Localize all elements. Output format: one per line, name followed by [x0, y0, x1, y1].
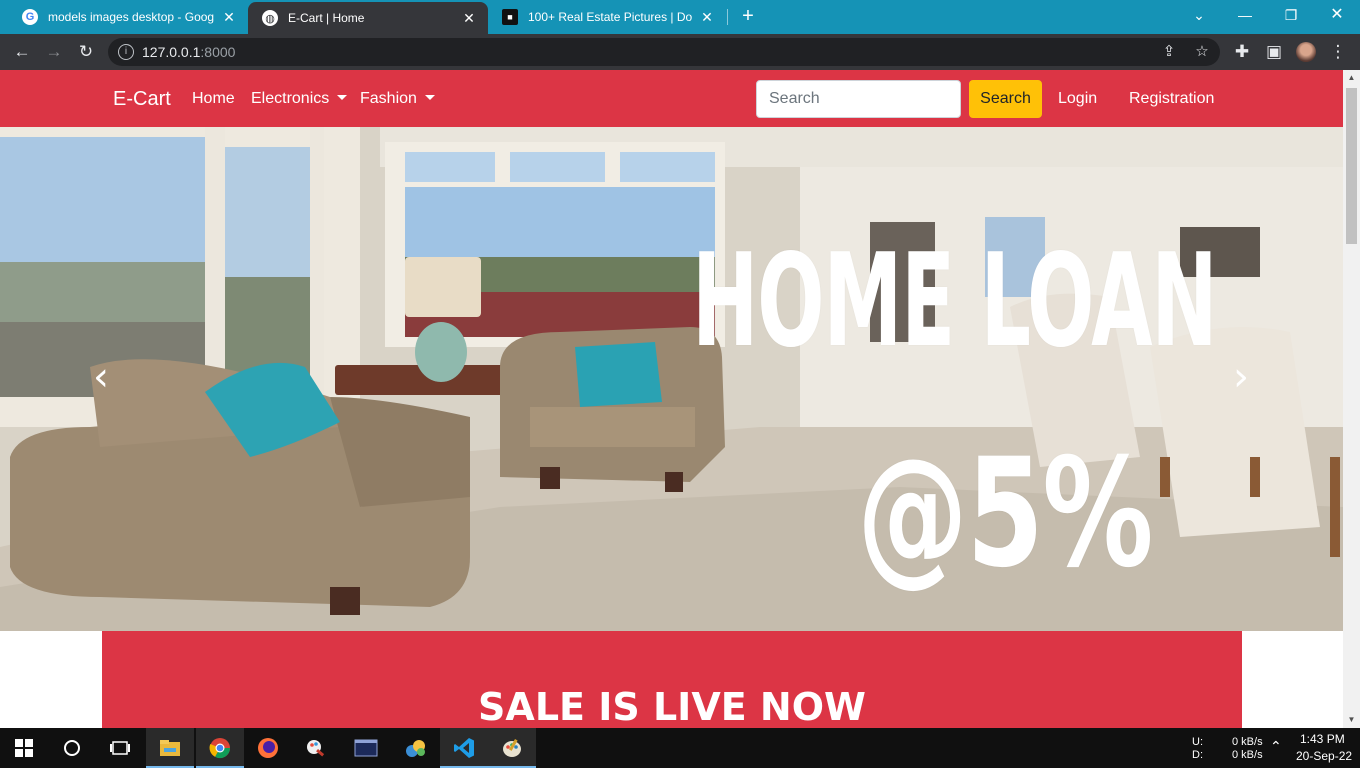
windows-taskbar: U: D: 0 kB/s 0 kB/s ⌃ 1:43 PM 20-Sep-22: [0, 728, 1360, 768]
close-tab-icon[interactable]: ✕: [460, 10, 478, 27]
restore-button[interactable]: ❐: [1268, 0, 1314, 34]
tab-title: 100+ Real Estate Pictures | Down: [528, 10, 692, 24]
brand-logo[interactable]: E-Cart: [113, 88, 171, 111]
forward-icon[interactable]: →: [42, 40, 66, 64]
clock-time[interactable]: 1:43 PM: [1300, 732, 1345, 746]
site-info-icon[interactable]: i: [118, 44, 134, 60]
share-icon[interactable]: ⇪: [1158, 41, 1180, 63]
paint-3d-icon: [307, 740, 325, 757]
nav-login[interactable]: Login: [1058, 90, 1097, 108]
reload-icon[interactable]: ↻: [74, 40, 98, 64]
hero-subheadline: @5%: [857, 427, 1153, 601]
start-button[interactable]: [0, 728, 48, 768]
tab-separator: [727, 9, 728, 25]
scrollbar-thumb[interactable]: [1346, 88, 1357, 244]
tab-real-estate[interactable]: ■ 100+ Real Estate Pictures | Down ✕: [488, 0, 726, 34]
sale-title: SALE IS LIVE NOW: [478, 685, 866, 728]
net-up-speed: 0 kB/s: [1232, 736, 1263, 748]
menu-kebab-icon[interactable]: ⋮: [1326, 40, 1350, 64]
site-navbar: E-Cart Home Electronics Fashion Search L…: [0, 70, 1343, 127]
browser-toolbar: ← → ↻ i 127.0.0.1:8000 ⇪ ☆ ✚ ▣ ⋮: [0, 34, 1360, 70]
close-tab-icon[interactable]: ✕: [698, 9, 716, 26]
address-bar[interactable]: i 127.0.0.1:8000 ⇪ ☆: [108, 38, 1220, 66]
sale-banner: SALE IS LIVE NOW: [102, 631, 1242, 728]
paint-3d-app[interactable]: [292, 728, 340, 768]
minimize-button[interactable]: —: [1222, 0, 1268, 34]
task-view-button[interactable]: [96, 728, 144, 768]
close-window-button[interactable]: ✕: [1314, 0, 1360, 34]
profile-avatar[interactable]: [1296, 42, 1316, 62]
firefox-icon: [258, 738, 278, 758]
nav-home[interactable]: Home: [192, 90, 235, 108]
tab-title: models images desktop - Google: [48, 10, 214, 24]
globe-icon: ◍: [262, 10, 278, 26]
scroll-down-icon[interactable]: ▼: [1343, 712, 1360, 728]
address-url: 127.0.0.1:8000: [142, 44, 236, 60]
carousel-next-button[interactable]: ›: [1226, 357, 1256, 397]
tray-chevron-up-icon[interactable]: ⌃: [1270, 738, 1282, 755]
back-icon[interactable]: ←: [10, 40, 34, 64]
terminal-app[interactable]: [342, 728, 390, 768]
cortana-button[interactable]: [48, 728, 96, 768]
unsplash-icon: ■: [502, 9, 518, 25]
google-icon: G: [22, 9, 38, 25]
caret-down-icon: [337, 95, 348, 100]
net-up-label: U:: [1192, 736, 1203, 748]
app-icon: [406, 740, 425, 757]
scroll-up-icon[interactable]: ▲: [1343, 70, 1360, 86]
task-view-icon: [110, 741, 130, 755]
search-button[interactable]: Search: [969, 80, 1042, 118]
start-icon: [15, 739, 33, 757]
firefox-app[interactable]: [244, 728, 292, 768]
new-tab-button[interactable]: +: [736, 4, 760, 28]
file-explorer-icon: [160, 740, 180, 756]
tab-google-search[interactable]: G models images desktop - Google ✕: [8, 0, 248, 34]
chevron-left-icon: ‹: [93, 354, 109, 400]
vscode-icon: [454, 738, 474, 758]
net-down-speed: 0 kB/s: [1232, 749, 1263, 761]
net-down-label: D:: [1192, 749, 1203, 761]
tab-title: E-Cart | Home: [288, 11, 365, 25]
tab-search-icon[interactable]: ⌄: [1176, 0, 1222, 34]
vscode-app[interactable]: [440, 728, 488, 768]
clock-date[interactable]: 20-Sep-22: [1296, 749, 1352, 763]
side-panel-icon[interactable]: ▣: [1262, 40, 1286, 64]
file-explorer-app[interactable]: [146, 728, 194, 768]
app-button[interactable]: [392, 728, 440, 768]
chrome-icon: [209, 738, 231, 759]
extensions-icon[interactable]: ✚: [1230, 40, 1254, 64]
cortana-icon: [64, 740, 80, 756]
close-tab-icon[interactable]: ✕: [220, 9, 238, 26]
caret-down-icon: [424, 95, 435, 100]
chevron-right-icon: ›: [1233, 354, 1249, 400]
nav-fashion-dropdown[interactable]: Fashion: [360, 90, 435, 108]
page-scrollbar[interactable]: ▲ ▼: [1343, 70, 1360, 728]
page-viewport: E-Cart Home Electronics Fashion Search L…: [0, 70, 1343, 728]
paint-app[interactable]: [488, 728, 536, 768]
paint-icon: [503, 739, 521, 757]
carousel-prev-button[interactable]: ‹: [86, 357, 116, 397]
bookmark-star-icon[interactable]: ☆: [1191, 41, 1213, 63]
tab-strip: G models images desktop - Google ✕ ◍ E-C…: [0, 0, 1360, 34]
hero-carousel: HOME LOAN @5% ‹ ›: [0, 127, 1343, 631]
search-input[interactable]: [756, 80, 961, 118]
hero-headline: HOME LOAN: [692, 227, 1218, 376]
terminal-icon: [354, 739, 378, 757]
nav-electronics-dropdown[interactable]: Electronics: [251, 90, 348, 108]
nav-registration[interactable]: Registration: [1129, 90, 1214, 108]
chrome-app[interactable]: [196, 728, 244, 768]
tab-ecart-home[interactable]: ◍ E-Cart | Home ✕: [248, 2, 488, 34]
